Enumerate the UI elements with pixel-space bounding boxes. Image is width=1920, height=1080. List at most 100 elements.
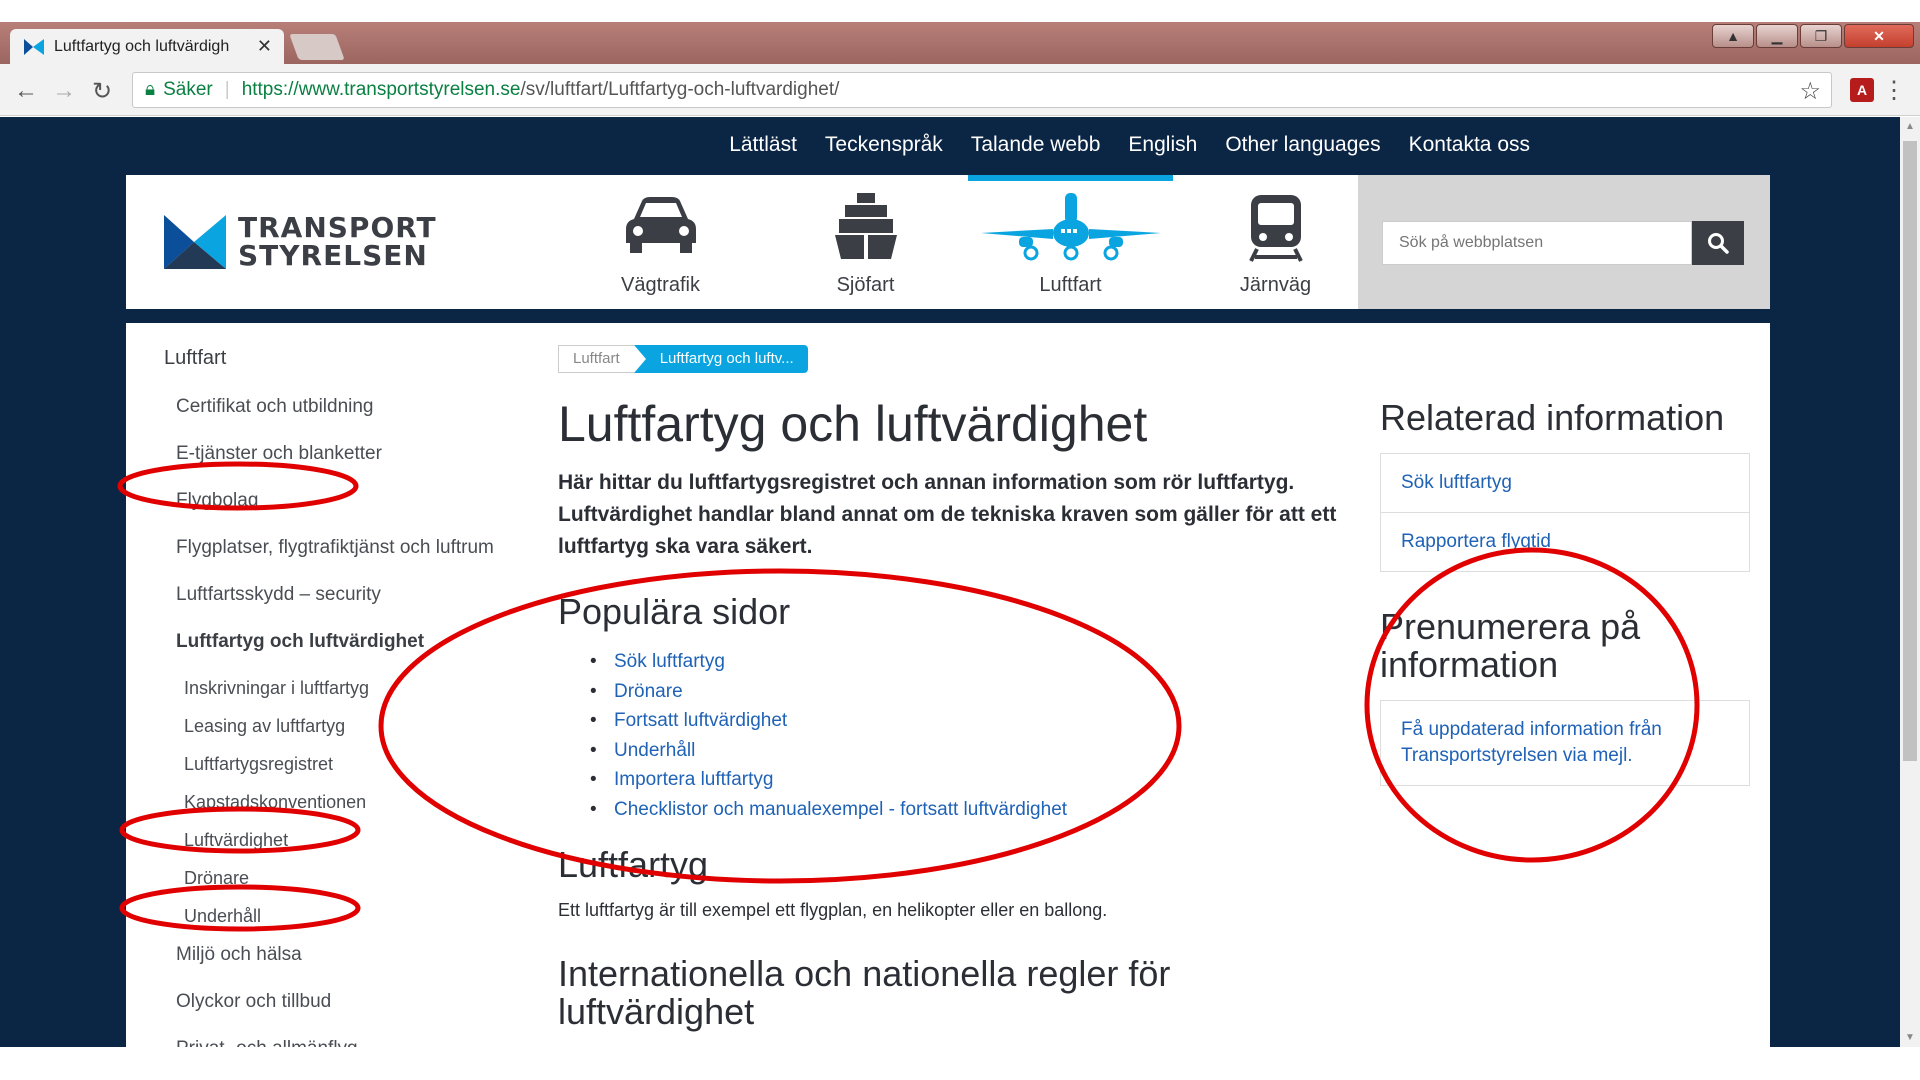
bookmark-star-icon[interactable]: ☆ [1799,77,1821,106]
restore-button[interactable]: ❐ [1800,24,1842,48]
scroll-up-arrow-icon[interactable]: ▲ [1905,121,1915,132]
category-luftfart[interactable]: Luftfart [968,175,1173,309]
subscribe-link[interactable]: Få uppdaterad information från Transport… [1381,701,1749,785]
sidenav-subitem-luftvardighet[interactable]: Luftvärdighet [164,826,494,855]
regler-heading: Internationella och nationella regler fö… [558,953,1171,1032]
sidenav-item-current[interactable]: Luftfartyg och luftvärdighet [164,627,494,656]
category-jarnvag[interactable]: Järnväg [1173,175,1378,309]
subscribe-heading: Prenumerera på information [1380,606,1641,685]
content-area: Luftfart Certifikat och utbildning E-tjä… [126,323,1770,1047]
popular-link[interactable]: Underhåll [558,736,1358,766]
sidenav-item[interactable]: Miljö och hälsa [164,940,494,969]
breadcrumb-current: Luftfartyg och luftv... [633,345,808,373]
forward-arrow-icon[interactable]: → [52,77,76,105]
site-logo[interactable]: TRANSPORT STYRELSEN [164,213,437,271]
intro-text: Här hittar du luftfartygsregistret och a… [558,471,1337,558]
category-vagtrafik[interactable]: Vägtrafik [558,175,763,309]
logo-text-line2: STYRELSEN [238,239,428,272]
transportstyrelsen-logo-icon [164,215,226,269]
search-icon [1708,233,1729,254]
popular-link[interactable]: Checklistor och manualexempel - fortsatt… [558,795,1358,825]
category-label-jarnvag: Järnväg [1239,274,1312,296]
breadcrumb-link[interactable]: Luftfart [558,345,634,373]
sidenav-item[interactable]: Luftfartsskydd – security [164,580,494,609]
top-link-english[interactable]: English [1128,133,1197,157]
top-link-other-languages[interactable]: Other languages [1225,133,1380,157]
category-label-vagtrafik: Vägtrafik [621,274,700,296]
top-link-kontakta-oss[interactable]: Kontakta oss [1409,133,1530,157]
scroll-thumb[interactable] [1903,141,1917,761]
related-links-box: Sök luftfartyg Rapportera flygtid [1380,453,1750,572]
sidenav-item[interactable]: Privat- och allmänflyg [164,1034,494,1047]
top-link-lattlast[interactable]: Lättläst [729,133,797,157]
sidenav-heading[interactable]: Luftfart [164,347,494,370]
site-header: TRANSPORT STYRELSEN Vägtrafik Sjöfart Lu… [126,175,1770,309]
back-arrow-icon[interactable]: ← [14,77,38,105]
site-search-input[interactable] [1382,221,1692,265]
popular-link[interactable]: Drönare [558,677,1358,707]
search-panel [1358,175,1770,309]
sidenav-item[interactable]: Certifikat och utbildning [164,392,494,421]
minimize-button[interactable]: ▁ [1756,24,1798,48]
popular-links: Sök luftfartyg Drönare Fortsatt luftvärd… [558,647,1358,824]
sidenav-subitem[interactable]: Inskrivningar i luftfartyg [164,674,494,703]
window-titlebar [0,22,1920,64]
url-host: https://www.transportstyrelsen.se [241,79,521,100]
sidenav-subitem[interactable]: Kapstadskonventionen [164,788,494,817]
related-link[interactable]: Rapportera flygtid [1381,512,1749,571]
top-link-teckensprak[interactable]: Teckenspråk [825,133,943,157]
popular-link[interactable]: Sök luftfartyg [558,647,1358,677]
new-tab-button[interactable] [289,34,345,60]
category-label-sjofart: Sjöfart [836,274,895,296]
popular-heading: Populära sidor [558,591,791,632]
side-navigation: Luftfart Certifikat och utbildning E-tjä… [164,347,494,1047]
tab-title: Luftfartyg och luftvärdigh [54,37,230,55]
secure-label: Säker [163,79,213,100]
category-sjofart[interactable]: Sjöfart [763,175,968,309]
scroll-down-arrow-icon[interactable]: ▼ [1905,1032,1915,1043]
sidenav-subitem[interactable]: Luftfartygsregistret [164,750,494,779]
transportstyrelsen-favicon-icon [24,38,44,55]
sidenav-subitem[interactable]: Leasing av luftfartyg [164,712,494,741]
related-link[interactable]: Sök luftfartyg [1381,454,1749,512]
popular-link[interactable]: Importera luftfartyg [558,765,1358,795]
subscribe-box: Få uppdaterad information från Transport… [1380,700,1750,786]
right-sidebar: Relaterad information Sök luftfartyg Rap… [1380,399,1750,822]
url-path: /sv/luftfart/Luftfartyg-och-luftvardighe… [520,79,840,100]
category-label-luftfart: Luftfart [1039,274,1102,296]
airplane-icon [980,193,1161,261]
browser-toolbar: ← → ↻ 🔒︎ Säker | https://www.transportst… [0,64,1920,116]
page-scrollbar[interactable]: ▲ ▼ [1900,117,1920,1047]
sidenav-item[interactable]: E-tjänster och blanketter [164,439,494,468]
pdf-extension-icon[interactable]: A [1850,78,1874,102]
tab-close-icon[interactable]: ✕ [257,36,272,57]
train-icon [1248,195,1303,262]
web-page: Lättläst Teckenspråk Talande webb Englis… [0,117,1900,1047]
sidenav-item-flygbolag[interactable]: Flygbolag [164,486,494,515]
main-column: Luftfart Luftfartyg och luftv... Luftfar… [558,345,1358,1047]
browser-menu-icon[interactable]: ⋮ [1882,76,1906,105]
user-profile-icon[interactable]: ▲ [1712,24,1754,48]
reload-icon[interactable]: ↻ [92,77,112,106]
car-icon [625,197,696,253]
search-button[interactable] [1692,221,1744,265]
top-links: Lättläst Teckenspråk Talande webb Englis… [729,133,1530,157]
luftfartyg-heading: Luftfartyg [558,844,709,885]
ship-icon [834,193,897,259]
popular-link[interactable]: Fortsatt luftvärdighet [558,706,1358,736]
logo-text-line1: TRANSPORT [238,211,437,244]
browser-tab[interactable]: Luftfartyg och luftvärdigh ✕ [10,29,284,64]
luftfartyg-text: Ett luftfartyg är till exempel ett flygp… [558,900,1108,920]
breadcrumb: Luftfart Luftfartyg och luftv... [558,345,1358,373]
sidenav-item[interactable]: Flygplatser, flygtrafiktjänst och luftru… [164,533,494,562]
top-link-talande-webb[interactable]: Talande webb [971,133,1101,157]
window-controls: ▲ ▁ ❐ ✕ [1712,24,1914,48]
sidenav-item[interactable]: Olyckor och tillbud [164,987,494,1016]
sidenav-subitem-underhall[interactable]: Underhåll [164,902,494,931]
address-bar[interactable]: 🔒︎ Säker | https://www.transportstyrelse… [132,72,1832,108]
lock-icon: 🔒︎ [145,79,156,100]
sidenav-subitem[interactable]: Drönare [164,864,494,893]
close-window-button[interactable]: ✕ [1844,24,1914,48]
page-title: Luftfartyg och luftvärdighet [558,396,1148,452]
address-separator: | [224,79,230,100]
